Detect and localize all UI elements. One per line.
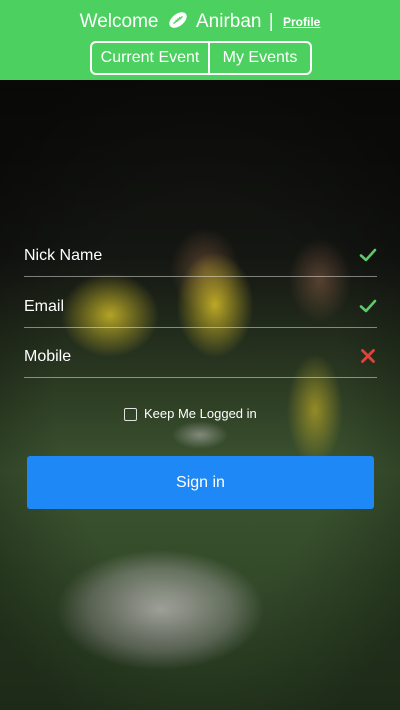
user-name: Anirban	[196, 11, 262, 32]
header-separator: |	[268, 11, 274, 32]
sign-in-button[interactable]: Sign in	[27, 456, 374, 509]
welcome-line: Welcome Anirban | Profile	[0, 9, 400, 35]
mobile-label: Mobile	[24, 348, 72, 365]
tab-current-event[interactable]: Current Event	[92, 43, 208, 73]
app-header: Welcome Anirban | Profile Current Event …	[0, 0, 400, 80]
nick-name-label: Nick Name	[24, 247, 103, 264]
cross-icon	[361, 349, 375, 363]
email-field[interactable]: Email	[24, 291, 377, 328]
check-icon	[359, 248, 377, 262]
nick-name-field[interactable]: Nick Name	[24, 240, 377, 277]
keep-logged-in-option[interactable]: Keep Me Logged in	[124, 406, 257, 422]
profile-link[interactable]: Profile	[283, 15, 320, 29]
background-vignette	[0, 80, 400, 710]
keep-logged-in-label: Keep Me Logged in	[144, 406, 257, 421]
event-tab-group: Current Event My Events	[90, 41, 312, 75]
rugby-ball-icon	[169, 12, 187, 28]
check-icon	[359, 299, 377, 313]
welcome-text: Welcome	[79, 11, 159, 32]
email-label: Email	[24, 298, 65, 315]
keep-logged-in-checkbox[interactable]	[124, 407, 137, 421]
mobile-field[interactable]: Mobile	[24, 341, 377, 378]
tab-my-events[interactable]: My Events	[208, 43, 310, 73]
